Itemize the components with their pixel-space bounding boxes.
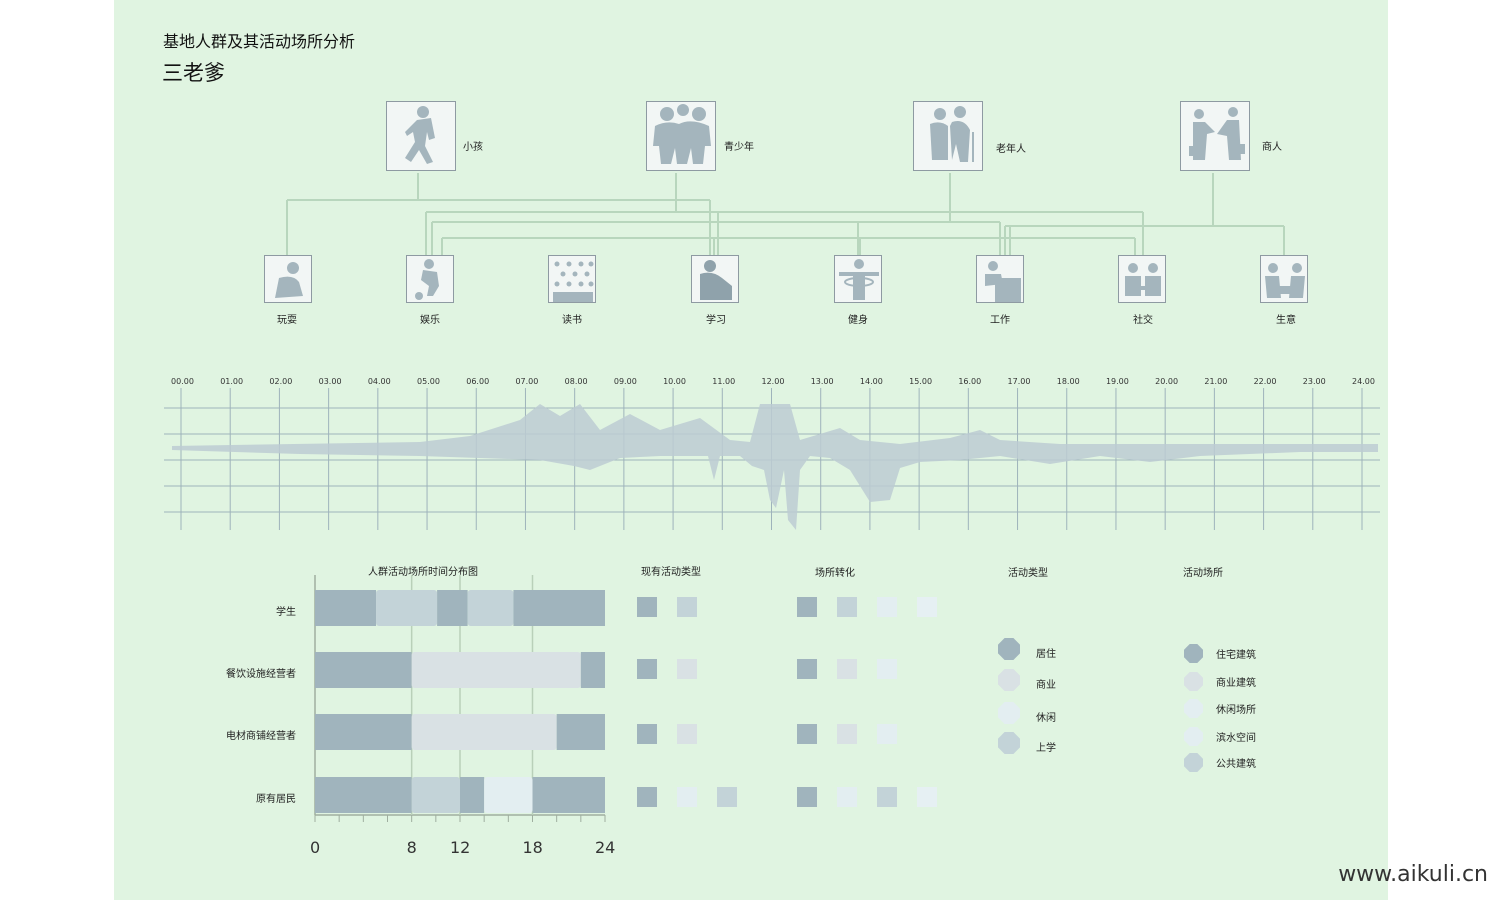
existing-activity-square (677, 597, 697, 617)
bar-segment (513, 590, 605, 626)
header-venue-transform: 场所转化 (815, 568, 855, 579)
row-label: 电材商铺经营者 (226, 731, 296, 742)
bar-segment (532, 777, 605, 813)
bar-segment (315, 590, 377, 626)
bar-chart (314, 575, 606, 822)
venue-transform-square (797, 659, 817, 679)
venue-transform-square (837, 597, 857, 617)
bar-segment (315, 714, 412, 750)
header-existing-activity: 现有活动类型 (641, 567, 701, 578)
bar-segment (411, 714, 557, 750)
activity-type-label: 上学 (1036, 743, 1056, 754)
existing-activity-square (637, 597, 657, 617)
venue-transform-square (877, 787, 897, 807)
bar-segment (484, 777, 533, 813)
bar-segment (467, 590, 514, 626)
venue-label: 休闲场所 (1216, 705, 1256, 716)
existing-activity-square (677, 659, 697, 679)
activity-type-label: 休闲 (1036, 713, 1056, 724)
venue-transform-square (917, 787, 937, 807)
venue-transform-square (837, 787, 857, 807)
bar-segment (556, 714, 605, 750)
row-label: 学生 (276, 607, 296, 618)
row-label: 餐饮设施经营者 (226, 669, 296, 680)
venue-transform-square (877, 659, 897, 679)
bar-segment (376, 590, 438, 626)
venue-label: 商业建筑 (1216, 678, 1256, 689)
venue-transform-square (797, 597, 817, 617)
bar-segment (437, 590, 468, 626)
x-tick-label: 24 (595, 838, 616, 857)
x-tick-label: 0 (310, 838, 321, 857)
bar-segment (315, 652, 412, 688)
bar-segment (411, 652, 581, 688)
bar-segment (411, 777, 460, 813)
venue-transform-square (797, 787, 817, 807)
bar-segment (460, 777, 485, 813)
venue-transform-square (837, 724, 857, 744)
venue-transform-square (877, 597, 897, 617)
venue-transform-square (877, 724, 897, 744)
activity-type-label: 居住 (1036, 649, 1056, 660)
venue-label: 公共建筑 (1216, 759, 1256, 770)
existing-activity-square (637, 787, 657, 807)
existing-activity-square (677, 724, 697, 744)
bar-segment (315, 777, 412, 813)
venue-transform-square (837, 659, 857, 679)
header-activity-types: 活动类型 (1008, 568, 1048, 579)
existing-activity-square (637, 659, 657, 679)
existing-activity-square (717, 787, 737, 807)
x-tick-label: 18 (522, 838, 543, 857)
x-tick-label: 12 (450, 838, 471, 857)
existing-activity-square (637, 724, 657, 744)
activity-type-label: 商业 (1036, 680, 1056, 691)
venue-transform-square (797, 724, 817, 744)
existing-activity-square (677, 787, 697, 807)
venue-label: 滨水空间 (1216, 733, 1256, 744)
venue-transform-square (917, 597, 937, 617)
x-tick-label: 8 (406, 838, 417, 857)
header-venues: 活动场所 (1183, 568, 1223, 579)
venue-label: 住宅建筑 (1216, 650, 1256, 661)
bar-segment (580, 652, 605, 688)
row-label: 原有居民 (256, 794, 296, 805)
